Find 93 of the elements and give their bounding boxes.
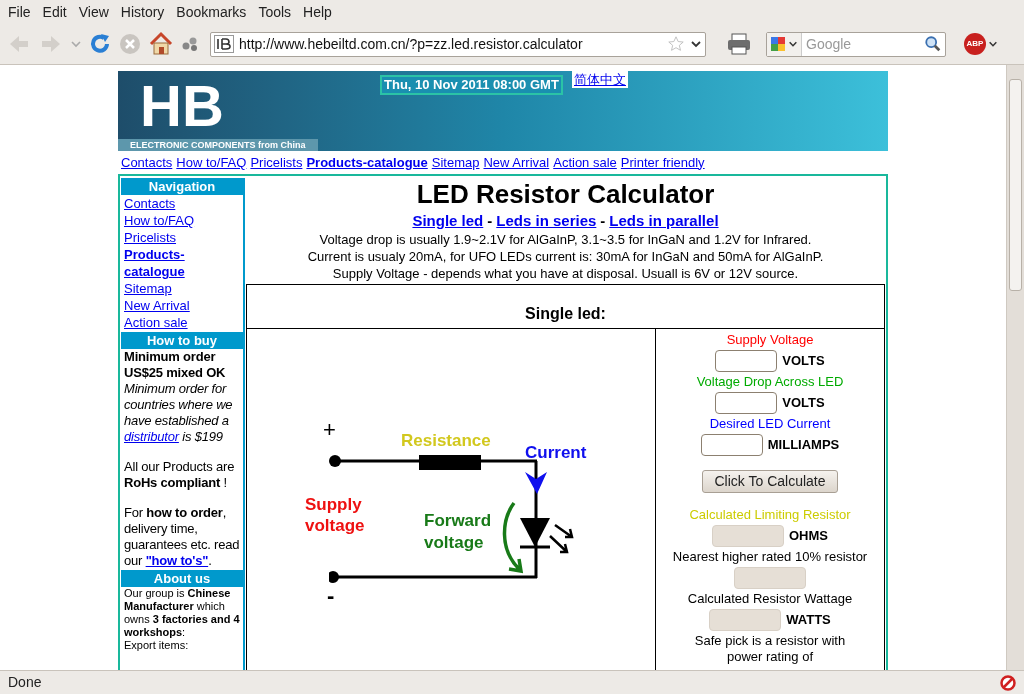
- separator-text: -: [487, 211, 493, 231]
- home-icon[interactable]: [148, 31, 174, 57]
- mode-link[interactable]: Leds in series: [496, 211, 597, 231]
- input-field[interactable]: [700, 434, 763, 456]
- info-paragraph: All our Products are RoHs compliant !: [124, 459, 236, 491]
- about-text: Export items:: [124, 639, 190, 652]
- sidebar-link[interactable]: Action sale: [124, 314, 240, 331]
- result-field[interactable]: [709, 609, 782, 631]
- chevron-down-icon: [788, 39, 798, 49]
- scrollbar-track[interactable]: [1006, 65, 1024, 670]
- menu-item[interactable]: View: [72, 1, 115, 23]
- menu-item[interactable]: Tools: [252, 1, 298, 23]
- page-title: LED Resistor Calculator: [416, 179, 715, 209]
- unit-label: VOLTS: [782, 394, 825, 413]
- forward-voltage-label: Forward voltage: [424, 510, 493, 554]
- hint-text: Safe pick is a resistor with power rating of: [693, 633, 847, 665]
- unit-label: WATTS: [786, 611, 831, 630]
- adblock-badge: ABP: [964, 33, 986, 55]
- google-logo-icon: [770, 36, 786, 52]
- nav-link[interactable]: Products-catalogue: [306, 152, 428, 173]
- sidebar-link[interactable]: How to/FAQ: [124, 212, 240, 229]
- nav-link[interactable]: Printer friendly: [620, 152, 705, 173]
- note-text: Current is usualy 20mA, for UFO LEDs current is: 30mA for InGaN and 50mA for AlGaInP.: [307, 248, 824, 265]
- plus-sign: +: [323, 419, 336, 441]
- inline-link[interactable]: distributor: [124, 429, 179, 444]
- section-title: Single led:: [525, 304, 606, 324]
- inline-link[interactable]: "how to's": [145, 553, 209, 568]
- sidebar-link[interactable]: Products-catalogue: [124, 246, 240, 280]
- nav-link[interactable]: Sitemap: [431, 152, 480, 173]
- sidebar-link[interactable]: Contacts: [124, 195, 240, 212]
- scrollbar-thumb[interactable]: [1009, 79, 1022, 291]
- banner-tagline: ELECTRONIC COMPONENTS from China: [118, 139, 318, 151]
- logo-text: HB: [140, 75, 224, 137]
- menu-item[interactable]: Bookmarks: [170, 1, 253, 23]
- minus-sign: -: [327, 585, 335, 607]
- status-text: Done: [8, 673, 42, 692]
- resistance-label: Resistance: [401, 430, 491, 452]
- unit-label: MILLIAMPS: [767, 436, 840, 455]
- separator-text: -: [600, 211, 606, 231]
- menu-item[interactable]: Help: [297, 1, 338, 23]
- url-text: http://www.hebeiltd.com.cn/?p=zz.led.resistor.calculator: [239, 34, 584, 54]
- info-paragraph: For how to order, delivery time, guarantees etc. read our "how to's".: [124, 505, 241, 569]
- reload-icon[interactable]: [88, 32, 112, 56]
- nav-link[interactable]: Pricelists: [250, 152, 303, 173]
- section-header: About us: [121, 570, 243, 587]
- note-text: Supply Voltage - depends what you have at disposal. Usuall is 6V or 12V source.: [332, 265, 799, 282]
- field-label: Voltage Drop Across LED: [696, 373, 844, 391]
- input-field[interactable]: [715, 350, 778, 372]
- supply-voltage-label: Supply voltage: [305, 494, 366, 536]
- field-label: Calculated Limiting Resistor: [689, 506, 851, 524]
- sidebar-link[interactable]: Sitemap: [124, 280, 240, 297]
- search-input[interactable]: Google: [802, 33, 924, 55]
- about-text: Our group is Chinese Manufacturer which owns 3 factories and 4 workshops:: [124, 587, 240, 639]
- language-link[interactable]: 简体中文: [572, 71, 628, 88]
- section-header: How to buy: [121, 332, 243, 349]
- minimum-order-text: Minimum order US$25 mixed OK: [124, 349, 227, 381]
- section-header: Navigation: [121, 178, 243, 195]
- field-label: Desired LED Current: [709, 415, 831, 433]
- menu-item[interactable]: Edit: [36, 1, 73, 23]
- nav-link[interactable]: How to/FAQ: [176, 152, 247, 173]
- blocked-icon: [1000, 674, 1016, 691]
- date-label: Thu, 10 Nov 2011 08:00 GMT: [380, 75, 563, 95]
- search-field[interactable]: Google: [766, 31, 946, 57]
- sidebar-link[interactable]: Pricelists: [124, 229, 240, 246]
- adblock-button[interactable]: ABP: [964, 33, 998, 55]
- menu-item[interactable]: History: [114, 1, 171, 23]
- mode-link[interactable]: Leds in parallel: [609, 211, 719, 231]
- field-label: Calculated Resistor Wattage: [687, 590, 853, 608]
- search-icon[interactable]: [924, 35, 942, 53]
- calculate-button[interactable]: Click To Calculate: [702, 470, 838, 493]
- sidebar-link[interactable]: New Arrival: [124, 297, 240, 314]
- note-text: Voltage drop is usually 1.9~2.1V for AlGaInP, 3.1~3.5 for InGaN and 1.2V for Infrared.: [319, 231, 812, 248]
- result-field[interactable]: [734, 567, 806, 589]
- printer-icon[interactable]: [726, 32, 752, 56]
- unit-label: OHMS: [789, 527, 828, 546]
- nav-link[interactable]: Action sale: [553, 152, 617, 173]
- input-field[interactable]: [715, 392, 778, 414]
- nav-link[interactable]: Contacts: [121, 152, 173, 173]
- unit-label: VOLTS: [782, 352, 825, 371]
- site-favicon-icon: [214, 35, 234, 53]
- field-label: Nearest higher rated 10% resistor: [672, 548, 868, 566]
- chevron-down-icon: [988, 39, 998, 49]
- info-paragraph: Minimum order for countries where we have established a distributor is $199: [124, 381, 234, 445]
- mode-link[interactable]: Single led: [412, 211, 484, 231]
- chevron-down-icon[interactable]: [690, 38, 702, 50]
- search-engine-button[interactable]: [767, 32, 802, 56]
- address-bar[interactable]: http://www.hebeiltd.com.cn/?p=zz.led.resistor.calculator: [210, 31, 706, 57]
- star-icon[interactable]: [667, 35, 685, 53]
- result-field[interactable]: [712, 525, 784, 547]
- menu-item[interactable]: File: [2, 1, 37, 23]
- current-label: Current: [525, 442, 587, 464]
- field-label: Supply Voltage: [726, 331, 814, 349]
- nav-link[interactable]: New Arrival: [483, 152, 550, 173]
